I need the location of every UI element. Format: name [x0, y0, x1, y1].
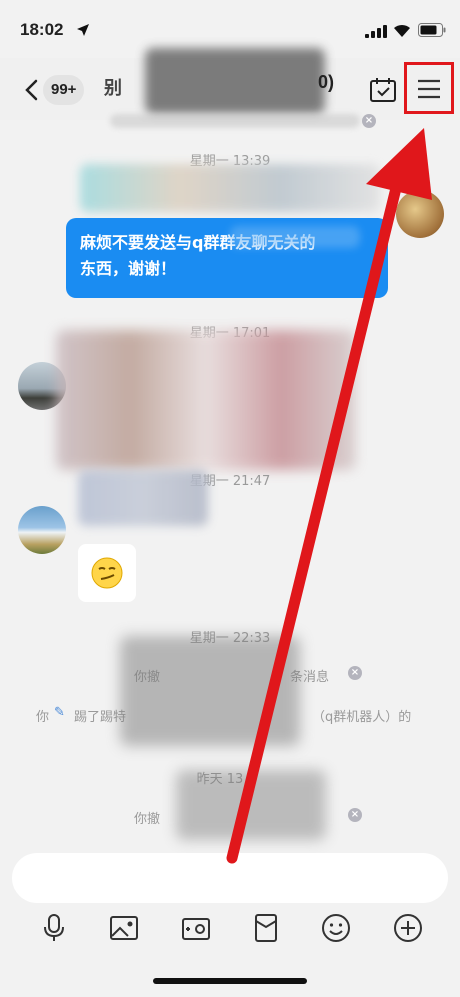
camera-icon[interactable] — [180, 912, 212, 944]
system-message-prefix: 你 — [36, 710, 50, 725]
mic-icon[interactable] — [38, 912, 70, 944]
message-text-line: 东西，谢谢！ — [80, 259, 177, 278]
dismiss-icon[interactable]: × — [348, 666, 362, 680]
avatar[interactable] — [396, 190, 444, 238]
battery-icon — [418, 23, 446, 37]
poke-icon: ✎ — [54, 705, 65, 720]
wifi-icon — [394, 24, 410, 37]
chat-title-redaction — [145, 48, 325, 114]
plus-icon[interactable] — [392, 912, 424, 944]
sender-name-redaction — [80, 164, 380, 212]
timestamp: 星期一 21:47 — [189, 474, 271, 489]
system-message-redaction — [120, 636, 300, 746]
avatar[interactable] — [18, 506, 66, 554]
location-arrow-icon — [77, 24, 89, 36]
system-message-mid: 踢了踢特 — [74, 710, 127, 725]
home-indicator — [153, 978, 307, 984]
red-packet-icon[interactable] — [250, 912, 282, 944]
chat-title-tail: 0) — [318, 72, 335, 92]
chat-title-fragment: 别 — [104, 78, 122, 99]
unread-count-badge[interactable]: 99+ — [43, 75, 85, 105]
calendar-check-icon[interactable] — [369, 77, 397, 103]
bubble-text-redaction — [230, 226, 360, 248]
menu-highlight-box — [404, 62, 454, 114]
signal-icon — [365, 24, 387, 38]
dismiss-icon[interactable]: × — [348, 808, 362, 822]
dismiss-icon[interactable]: × — [362, 114, 376, 128]
top-system-message-redaction — [110, 114, 360, 128]
message-input[interactable] — [12, 853, 448, 903]
chevron-left-icon[interactable] — [22, 78, 42, 102]
emoji-icon[interactable] — [320, 912, 352, 944]
image-icon[interactable] — [108, 912, 140, 944]
system-message-prefix: 你撤 — [134, 812, 161, 827]
incoming-image-redaction — [56, 330, 356, 470]
smirk-emoji-icon — [91, 557, 123, 589]
system-message-suffix: （q群机器人）的 — [312, 710, 412, 725]
status-time: 18:02 — [20, 20, 64, 39]
system-message-redaction — [176, 770, 326, 840]
sender-name-redaction — [78, 470, 208, 526]
